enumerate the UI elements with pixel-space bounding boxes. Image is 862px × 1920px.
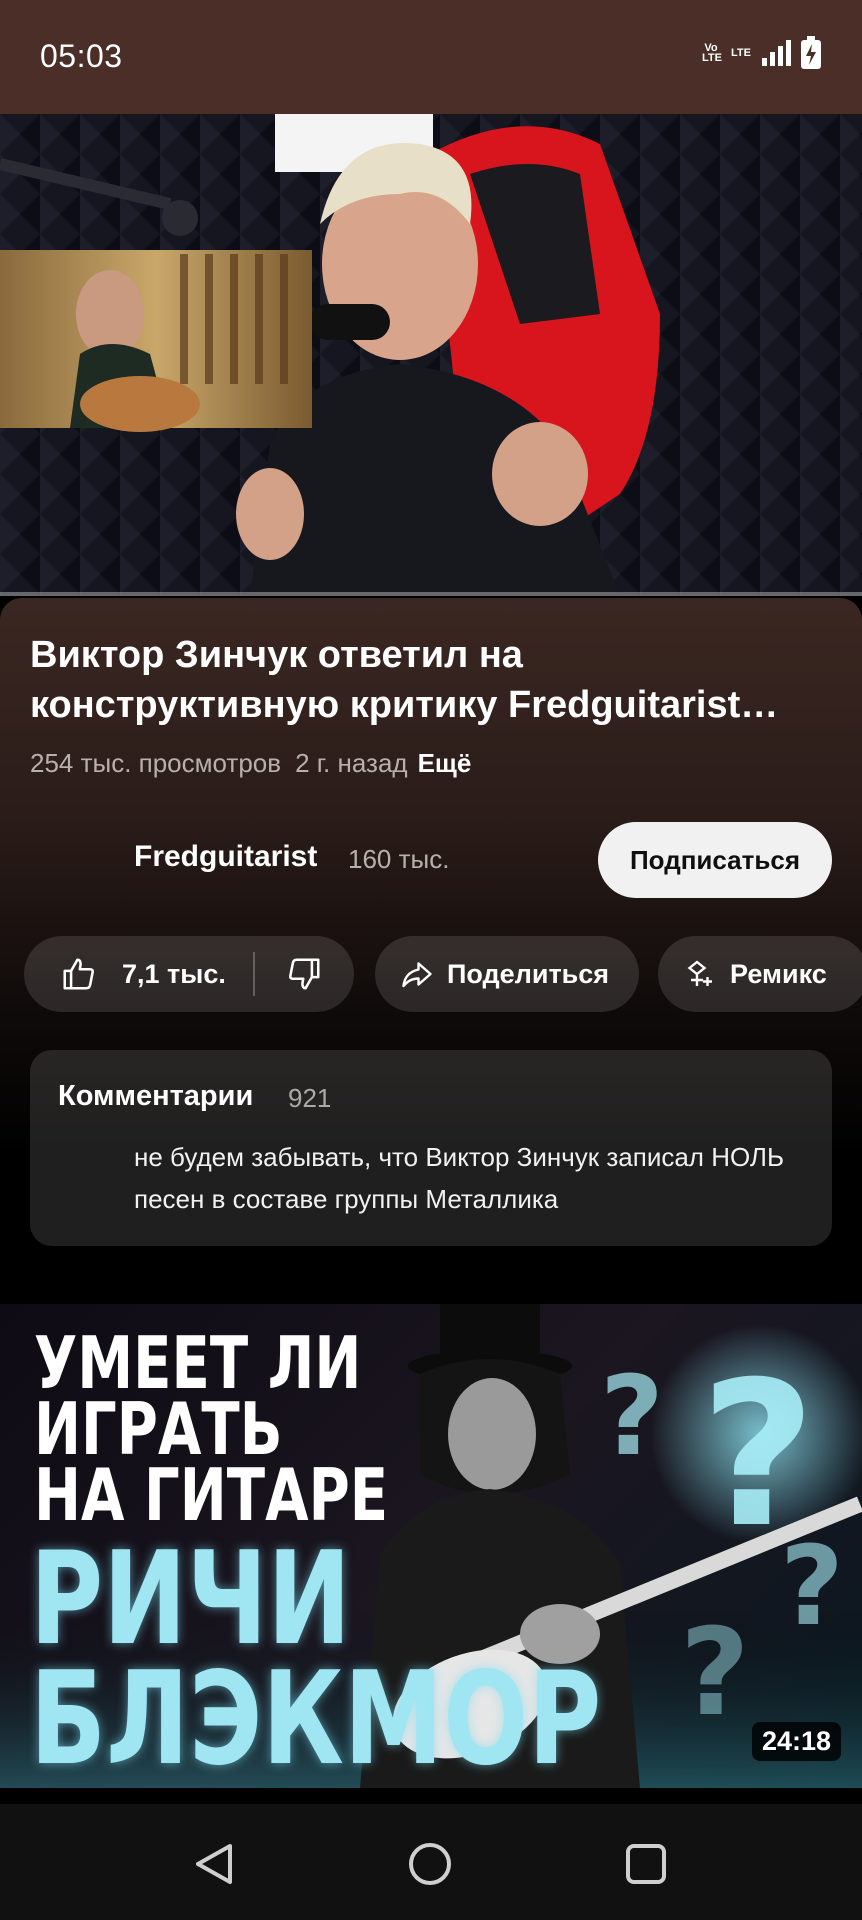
svg-text:?: ? xyxy=(600,1352,664,1480)
comments-count: 921 xyxy=(288,1083,332,1113)
signal-icon xyxy=(762,40,791,66)
remix-icon xyxy=(687,960,712,986)
home-icon[interactable] xyxy=(406,1840,454,1888)
like-count: 7,1 тыс. xyxy=(122,958,226,989)
video-meta[interactable]: 254 тыс. просмотров 2 г. назад Ещё xyxy=(30,748,471,779)
share-label: Поделиться xyxy=(447,958,610,989)
thumbs-up-icon xyxy=(63,958,94,990)
video-progress-bar[interactable] xyxy=(0,592,862,596)
duration-badge: 24:18 xyxy=(752,1722,842,1761)
share-icon xyxy=(402,962,432,988)
remix-button[interactable]: Ремикс xyxy=(658,936,862,1012)
thumb-text-line5: БЛЭКМОР xyxy=(30,1645,602,1794)
status-time: 05:03 xyxy=(40,38,123,74)
comments-title: Комментарии xyxy=(58,1080,254,1112)
subscriber-count: 160 тыс. xyxy=(348,844,450,874)
volte-label: Vo LTE xyxy=(702,42,722,64)
subscribe-button[interactable]: Подписаться xyxy=(598,822,832,898)
thumbs-down-icon xyxy=(289,958,320,990)
commenter-avatar xyxy=(58,1142,114,1198)
share-button[interactable]: Поделиться xyxy=(375,936,639,1012)
system-icons: Vo LTE LTE xyxy=(702,36,822,70)
dislike-button[interactable] xyxy=(255,955,354,993)
battery-charging-icon xyxy=(801,36,821,69)
volte-icon: Vo LTE xyxy=(702,42,722,64)
lte-label: LTE xyxy=(731,47,751,59)
more-link[interactable]: Ещё xyxy=(418,748,472,778)
recents-icon[interactable] xyxy=(622,1840,670,1888)
svg-text:?: ? xyxy=(680,1604,750,1743)
video-title[interactable]: Виктор Зинчук ответил на конструктивную … xyxy=(30,630,840,730)
remix-label: Ремикс xyxy=(730,958,827,989)
back-icon[interactable] xyxy=(190,1840,238,1888)
system-nav-bar xyxy=(0,1804,862,1920)
like-button[interactable]: 7,1 тыс. xyxy=(24,955,253,993)
video-frame xyxy=(0,114,862,596)
channel-avatar[interactable] xyxy=(30,828,102,900)
thumb-text-line4: РИЧИ xyxy=(30,1525,351,1674)
video-player[interactable] xyxy=(0,114,862,596)
like-dislike-pill: 7,1 тыс. xyxy=(24,936,354,1012)
lte-icon: LTE xyxy=(728,47,754,59)
upload-age: 2 г. назад xyxy=(295,748,408,778)
top-comment-text: не будем забывать, что Виктор Зинчук зап… xyxy=(134,1142,785,1214)
channel-name[interactable]: Fredguitarist xyxy=(134,840,317,874)
view-count: 254 тыс. просмотров xyxy=(30,748,282,778)
thumb-text-line3: НА ГИТАРЕ xyxy=(34,1453,389,1537)
